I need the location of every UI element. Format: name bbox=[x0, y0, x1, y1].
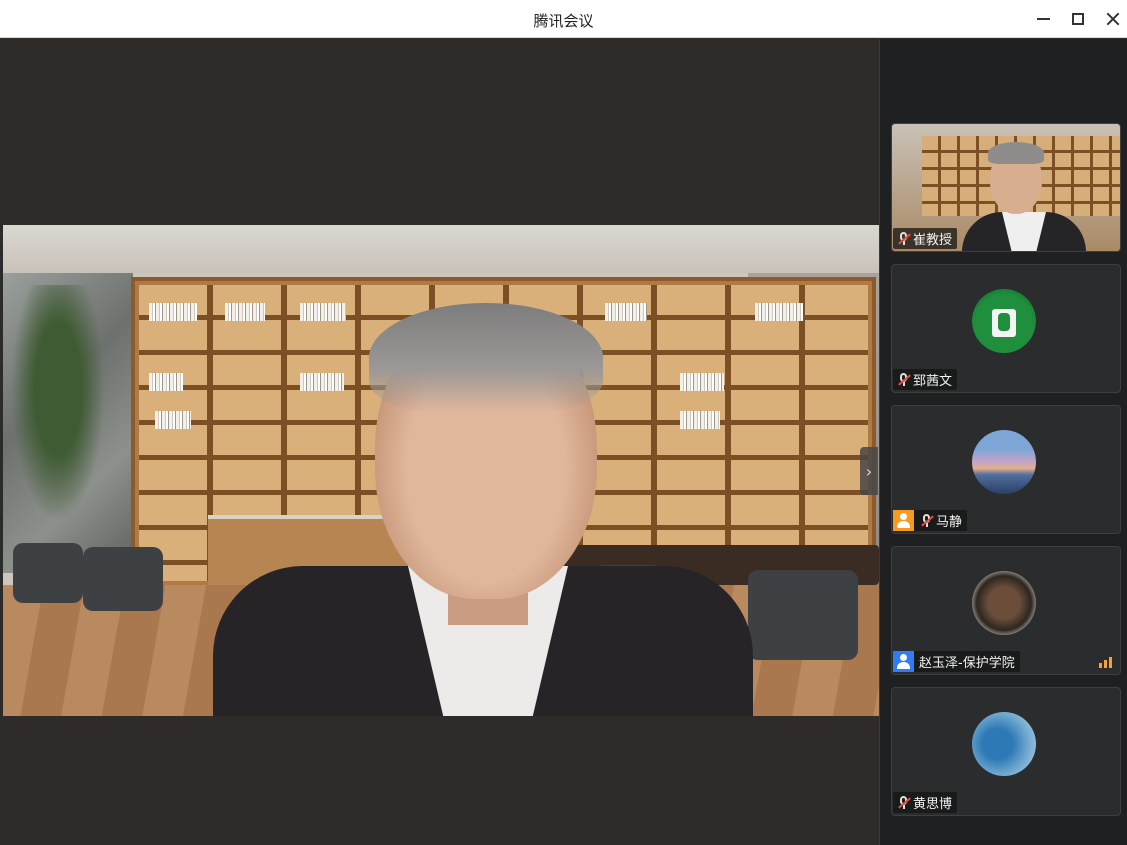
mic-muted-icon bbox=[896, 231, 911, 246]
participant-tile[interactable]: 黄思博 bbox=[891, 687, 1121, 816]
background-books bbox=[149, 373, 183, 391]
participant-nameplate: 马静 bbox=[893, 510, 968, 531]
background-books bbox=[149, 303, 197, 321]
pirate-avatar bbox=[972, 571, 1036, 635]
sunset-avatar bbox=[972, 430, 1036, 494]
background-ceiling bbox=[3, 225, 879, 273]
participant-name: 郅茜文 bbox=[913, 374, 953, 389]
speaker-video bbox=[3, 225, 879, 716]
user-icon bbox=[893, 651, 914, 672]
minimize-button[interactable] bbox=[1028, 6, 1058, 32]
background-chair bbox=[13, 543, 83, 603]
participant-name: 马静 bbox=[936, 515, 963, 530]
participant-tile[interactable]: 郅茜文 bbox=[891, 264, 1121, 393]
background-plant bbox=[3, 285, 113, 545]
participant-tile[interactable]: 马静 bbox=[891, 405, 1121, 534]
participant-name: 黄思博 bbox=[913, 797, 953, 812]
title-bar: 腾讯会议 bbox=[0, 0, 1127, 38]
chevron-right-icon: › bbox=[865, 461, 873, 481]
participant-nameplate: 赵玉泽-保护学院 bbox=[893, 651, 1020, 672]
participant-nameplate: 郅茜文 bbox=[893, 369, 958, 390]
exit-sign-avatar bbox=[972, 289, 1036, 353]
close-icon bbox=[1106, 12, 1120, 26]
background-books bbox=[155, 411, 191, 429]
background-chair bbox=[83, 547, 163, 611]
mic-muted-icon bbox=[896, 795, 911, 810]
maximize-button[interactable] bbox=[1063, 6, 1093, 32]
next-panel-button[interactable]: › bbox=[860, 447, 878, 495]
user-icon bbox=[893, 510, 914, 531]
background-books bbox=[755, 303, 803, 321]
maximize-icon bbox=[1072, 13, 1084, 25]
close-button[interactable] bbox=[1098, 6, 1127, 32]
main-speaker-view[interactable] bbox=[3, 39, 879, 845]
signal-strength-icon bbox=[1099, 657, 1112, 668]
participant-tile[interactable]: 崔教授 bbox=[891, 123, 1121, 252]
participant-name: 赵玉泽-保护学院 bbox=[919, 656, 1015, 671]
tencent-meeting-window: 腾讯会议 › 崔教授 郅茜文 马静 赵玉泽-保护学院 黄思博 bbox=[0, 0, 1127, 845]
speaker-person bbox=[213, 303, 753, 716]
background-chair bbox=[748, 570, 858, 660]
participant-name: 崔教授 bbox=[913, 233, 953, 248]
mic-muted-icon bbox=[896, 372, 911, 387]
window-title: 腾讯会议 bbox=[533, 12, 594, 30]
participant-nameplate: 黄思博 bbox=[893, 792, 958, 813]
minimize-icon bbox=[1036, 18, 1050, 20]
participant-tile[interactable]: 赵玉泽-保护学院 bbox=[891, 546, 1121, 675]
participant-nameplate: 崔教授 bbox=[893, 228, 958, 249]
participant-sidebar[interactable]: 崔教授 郅茜文 马静 赵玉泽-保护学院 黄思博 bbox=[879, 39, 1127, 845]
blue-avatar bbox=[972, 712, 1036, 776]
mic-muted-icon bbox=[919, 513, 934, 528]
